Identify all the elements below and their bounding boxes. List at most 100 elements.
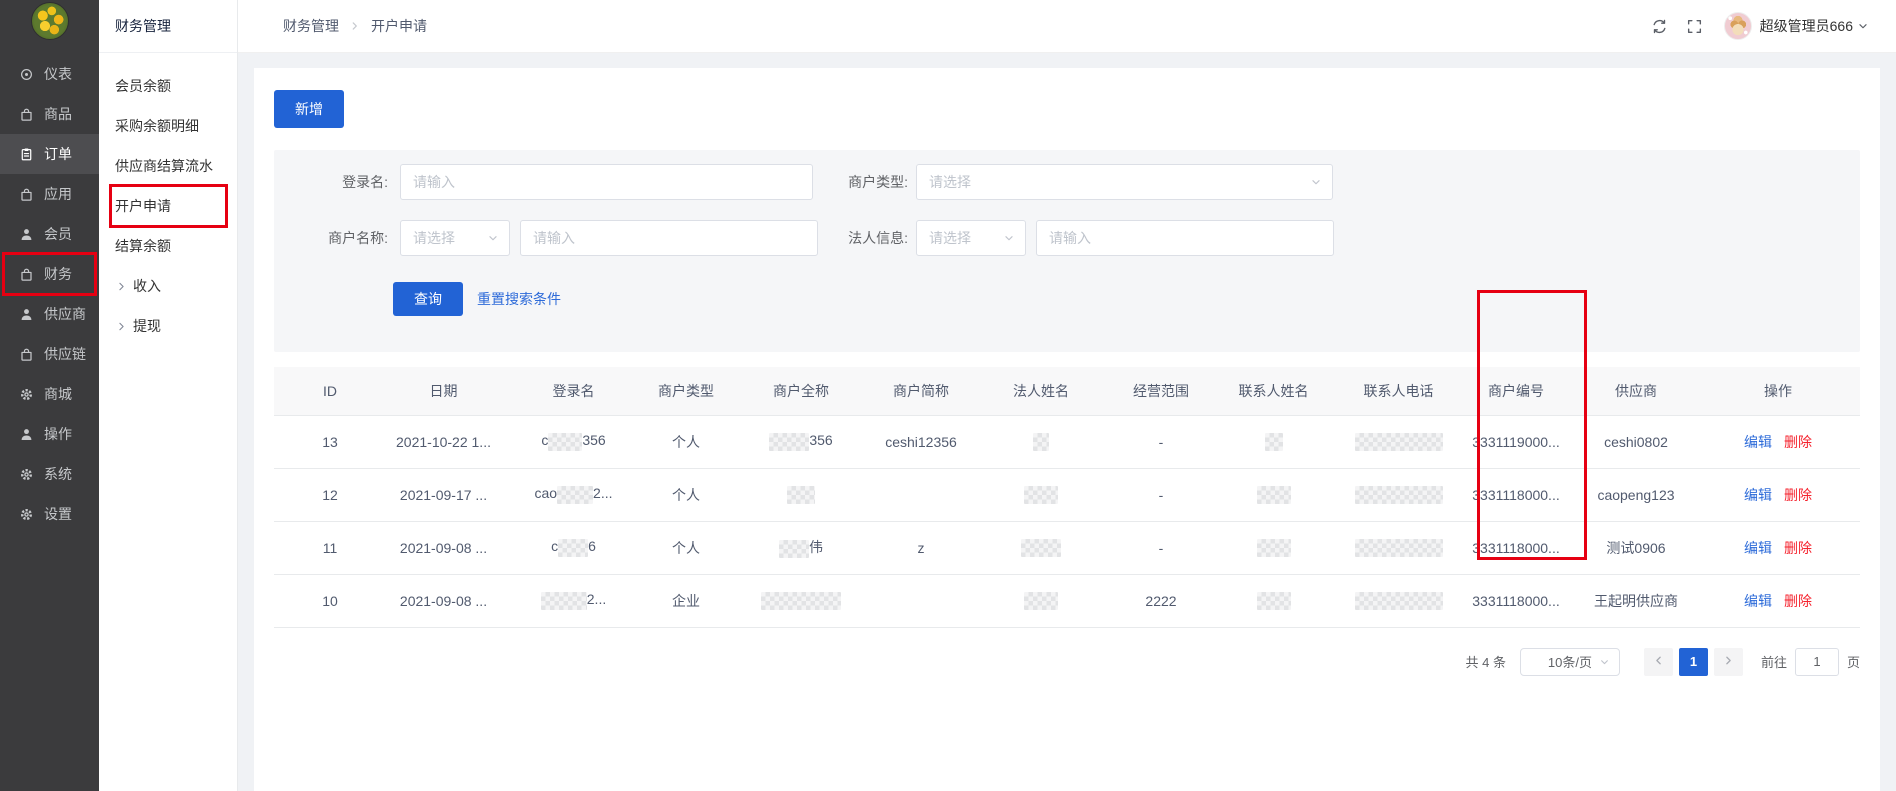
cell-legal	[966, 415, 1116, 468]
cell-legal	[966, 521, 1116, 574]
column-header[interactable]: 联系人姓名	[1206, 367, 1341, 415]
delete-link[interactable]: 删除	[1784, 540, 1812, 556]
breadcrumb-item-finance[interactable]: 财务管理	[283, 16, 339, 36]
gear-icon	[19, 467, 34, 482]
column-header[interactable]: 日期	[386, 367, 501, 415]
table-header-row: ID日期登录名商户类型商户全称商户简称法人姓名经营范围联系人姓名联系人电话商户编…	[274, 367, 1860, 415]
filter-panel: 登录名: 商户类型: 请选择	[274, 150, 1860, 352]
cell-login: cao2...	[501, 468, 646, 521]
sidebar-item-members[interactable]: 会员	[0, 214, 99, 254]
page-size-select[interactable]: 10条/页	[1520, 648, 1620, 676]
edit-link[interactable]: 编辑	[1744, 540, 1772, 556]
sidebar-item-dashboard[interactable]: 仪表	[0, 54, 99, 94]
search-button[interactable]: 查询	[393, 282, 463, 316]
person-icon	[19, 427, 34, 442]
page-button-1[interactable]: 1	[1679, 648, 1708, 676]
column-header[interactable]: 商户全称	[726, 367, 876, 415]
filter-legal-info: 法人信息: 请选择	[833, 220, 1334, 256]
sidebar-item-apps[interactable]: 应用	[0, 174, 99, 214]
submenu-item-label: 会员余额	[115, 76, 171, 96]
cell-phone	[1341, 521, 1456, 574]
column-header[interactable]: 商户简称	[876, 367, 966, 415]
redacted-blur	[1355, 486, 1443, 504]
merchant-name-label: 商户名称:	[288, 228, 388, 248]
merchant-name-input[interactable]	[520, 220, 818, 256]
user-avatar[interactable]	[1724, 12, 1752, 40]
redacted-blur	[1355, 592, 1443, 610]
login-input[interactable]	[400, 164, 813, 200]
column-header[interactable]: 登录名	[501, 367, 646, 415]
redacted-blur	[1257, 486, 1291, 504]
submenu-item-settlement-balance[interactable]: 结算余额	[99, 226, 237, 266]
delete-link[interactable]: 删除	[1784, 434, 1812, 450]
submenu-item-withdraw[interactable]: 提现	[99, 306, 237, 346]
sidebar-item-orders[interactable]: 订单	[0, 134, 99, 174]
goto-page-input[interactable]	[1795, 648, 1839, 676]
logo-avatar[interactable]	[31, 2, 69, 40]
column-header[interactable]: 经营范围	[1116, 367, 1206, 415]
sidebar-item-system[interactable]: 系统	[0, 454, 99, 494]
gauge-icon	[19, 67, 34, 82]
cell-type: 个人	[646, 521, 726, 574]
column-header[interactable]: 商户编号	[1456, 367, 1576, 415]
sidebar-item-mall[interactable]: 商城	[0, 374, 99, 414]
cell-scope: 2222	[1116, 574, 1206, 627]
submenu-item-supplier-settlement-flow[interactable]: 供应商结算流水	[99, 146, 237, 186]
cell-id: 11	[274, 521, 386, 574]
redacted-blur	[769, 433, 809, 451]
redacted-blur	[557, 486, 593, 504]
legal-info-select[interactable]: 请选择	[916, 220, 1026, 256]
sidebar-item-operations[interactable]: 操作	[0, 414, 99, 454]
column-header[interactable]: ID	[274, 367, 386, 415]
edit-link[interactable]: 编辑	[1744, 434, 1772, 450]
delete-link[interactable]: 删除	[1784, 487, 1812, 503]
chevron-right-icon	[115, 320, 128, 333]
merchant-type-select[interactable]: 请选择	[916, 164, 1333, 200]
sidebar-item-suppliers[interactable]: 供应商	[0, 294, 99, 334]
add-button[interactable]: 新增	[274, 90, 344, 128]
table-row: 122021-09-17 ...cao2...个人-3331118000...c…	[274, 468, 1860, 521]
merchant-name-select-placeholder: 请选择	[413, 228, 455, 248]
next-page-button[interactable]	[1714, 648, 1743, 676]
cell-supplier: ceshi0802	[1576, 415, 1696, 468]
reset-search-link[interactable]: 重置搜索条件	[477, 289, 561, 309]
sidebar-item-supply-chain[interactable]: 供应链	[0, 334, 99, 374]
column-header[interactable]: 供应商	[1576, 367, 1696, 415]
edit-link[interactable]: 编辑	[1744, 593, 1772, 609]
prev-page-button[interactable]	[1644, 648, 1673, 676]
bag-icon	[19, 347, 34, 362]
cell-supplier: 王起明供应商	[1576, 574, 1696, 627]
user-name[interactable]: 超级管理员666	[1760, 16, 1853, 36]
submenu-item-purchase-balance-detail[interactable]: 采购余额明细	[99, 106, 237, 146]
refresh-icon[interactable]	[1647, 13, 1673, 39]
cell-legal	[966, 468, 1116, 521]
redacted-blur	[1355, 539, 1443, 557]
cell-short_name: ceshi12356	[876, 415, 966, 468]
column-header[interactable]: 商户类型	[646, 367, 726, 415]
legal-info-input[interactable]	[1036, 220, 1334, 256]
sidebar-item-finance[interactable]: 财务	[0, 254, 99, 294]
column-header[interactable]: 操作	[1696, 367, 1860, 415]
filter-actions: 查询 重置搜索条件	[393, 282, 1860, 316]
submenu-item-income[interactable]: 收入	[99, 266, 237, 306]
submenu-item-account-opening[interactable]: 开户申请	[99, 186, 237, 226]
sidebar-item-goods[interactable]: 商品	[0, 94, 99, 134]
sidebar-item-settings[interactable]: 设置	[0, 494, 99, 534]
edit-link[interactable]: 编辑	[1744, 487, 1772, 503]
chevron-down-icon[interactable]	[1856, 19, 1870, 33]
submenu-item-member-balance[interactable]: 会员余额	[99, 66, 237, 106]
sidebar-item-label: 应用	[44, 184, 72, 204]
chevron-right-icon	[348, 19, 362, 33]
fullscreen-icon[interactable]	[1682, 13, 1708, 39]
merchant-name-select[interactable]: 请选择	[400, 220, 510, 256]
bag-icon	[19, 267, 34, 282]
column-header[interactable]: 法人姓名	[966, 367, 1116, 415]
delete-link[interactable]: 删除	[1784, 593, 1812, 609]
applications-table: ID日期登录名商户类型商户全称商户简称法人姓名经营范围联系人姓名联系人电话商户编…	[274, 367, 1860, 628]
cell-login: c6	[501, 521, 646, 574]
merchant-type-label: 商户类型:	[833, 172, 908, 192]
cell-ops: 编辑删除	[1696, 574, 1860, 627]
redacted-blur	[761, 592, 841, 610]
person-icon	[19, 307, 34, 322]
column-header[interactable]: 联系人电话	[1341, 367, 1456, 415]
